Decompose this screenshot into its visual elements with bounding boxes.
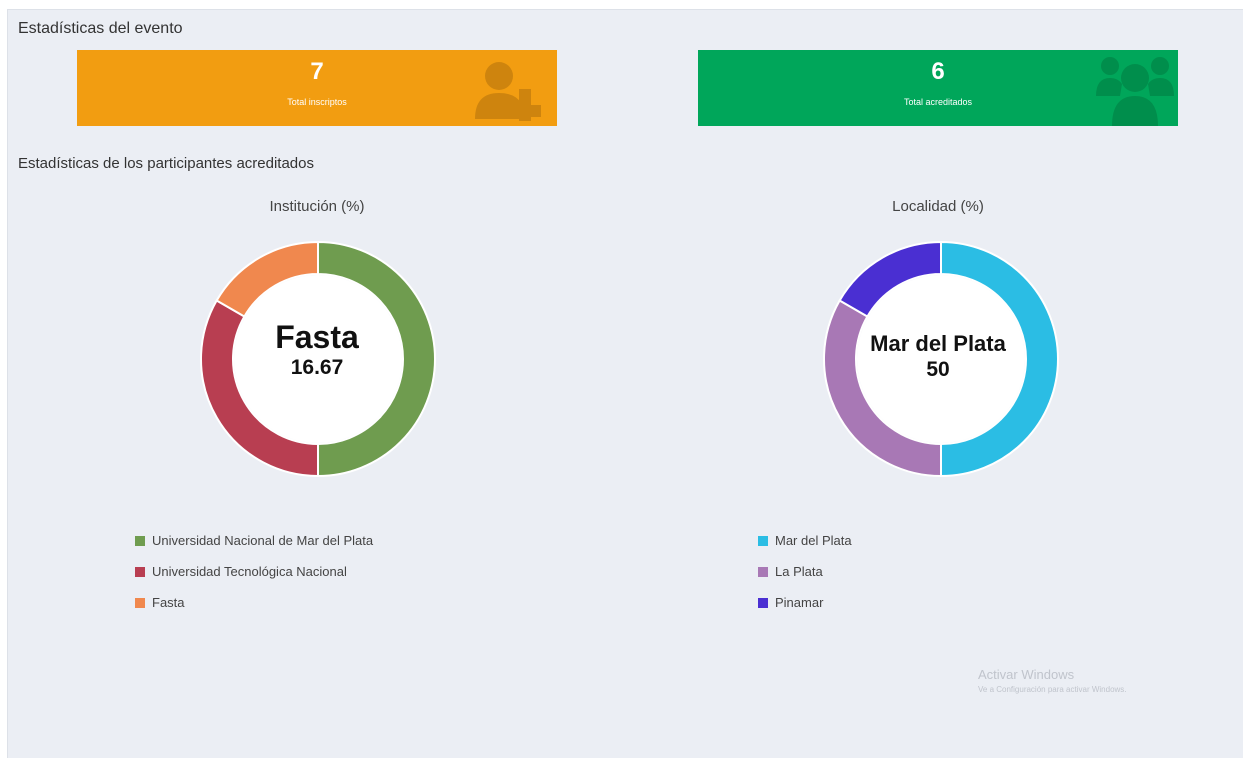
total-acreditados-card: 6 Total acreditados: [698, 50, 1178, 126]
legend-swatch: [135, 535, 145, 546]
legend-label: La Plata: [775, 564, 823, 579]
legend-swatch: [758, 566, 768, 577]
legend-swatch: [758, 597, 768, 608]
localidad-center-value: 50: [926, 358, 950, 381]
watermark-line1: Activar Windows: [978, 667, 1075, 682]
total-inscriptos-card: 7 Total inscriptos: [77, 50, 557, 126]
event-stats-title: Estadísticas del evento: [18, 20, 183, 37]
participants-stats-title: Estadísticas de los participantes acredi…: [18, 155, 314, 172]
localidad-center-label: Mar del Plata 50: [838, 331, 1038, 383]
watermark-line2: Ve a Configuración para activar Windows.: [978, 685, 1127, 694]
legend-swatch: [135, 597, 145, 608]
windows-activation-watermark: Activar Windows Ve a Configuración para …: [978, 667, 1127, 694]
user-plus-icon: [475, 62, 541, 121]
localidad-center-name: Mar del Plata: [870, 331, 1006, 356]
legend-label: Pinamar: [775, 595, 824, 610]
legend-item-pinamar[interactable]: Pinamar: [758, 587, 852, 618]
institucion-chart-title: Institución (%): [269, 198, 365, 215]
institucion-center-value: 16.67: [290, 356, 344, 379]
institucion-legend: Universidad Nacional de Mar del Plata Uni…: [135, 525, 373, 618]
localidad-legend: Mar del Plata La Plata Pinamar: [758, 525, 852, 618]
legend-item-fasta[interactable]: Fasta: [135, 587, 373, 618]
event-stats-panel: Estadísticas del evento 7 Total inscript…: [7, 9, 1243, 758]
institucion-center-label: Fasta 16.67: [217, 319, 417, 381]
legend-swatch: [135, 566, 145, 577]
legend-item-mar-del-plata[interactable]: Mar del Plata: [758, 525, 852, 556]
legend-swatch: [758, 535, 768, 546]
legend-label: Fasta: [152, 595, 185, 610]
users-icon: [1096, 57, 1174, 126]
legend-label: Mar del Plata: [775, 533, 852, 548]
legend-label: Universidad Nacional de Mar del Plata: [152, 533, 374, 548]
legend-label: Universidad Tecnológica Nacional: [152, 564, 347, 579]
legend-item-la-plata[interactable]: La Plata: [758, 556, 852, 587]
legend-item-universidad-nacional-de-mar-del-plata[interactable]: Universidad Nacional de Mar del Plata: [135, 525, 373, 556]
institucion-center-name: Fasta: [275, 319, 359, 355]
localidad-chart-title: Localidad (%): [892, 198, 984, 215]
legend-item-universidad-tecnologica-nacional[interactable]: Universidad Tecnológica Nacional: [135, 556, 373, 587]
